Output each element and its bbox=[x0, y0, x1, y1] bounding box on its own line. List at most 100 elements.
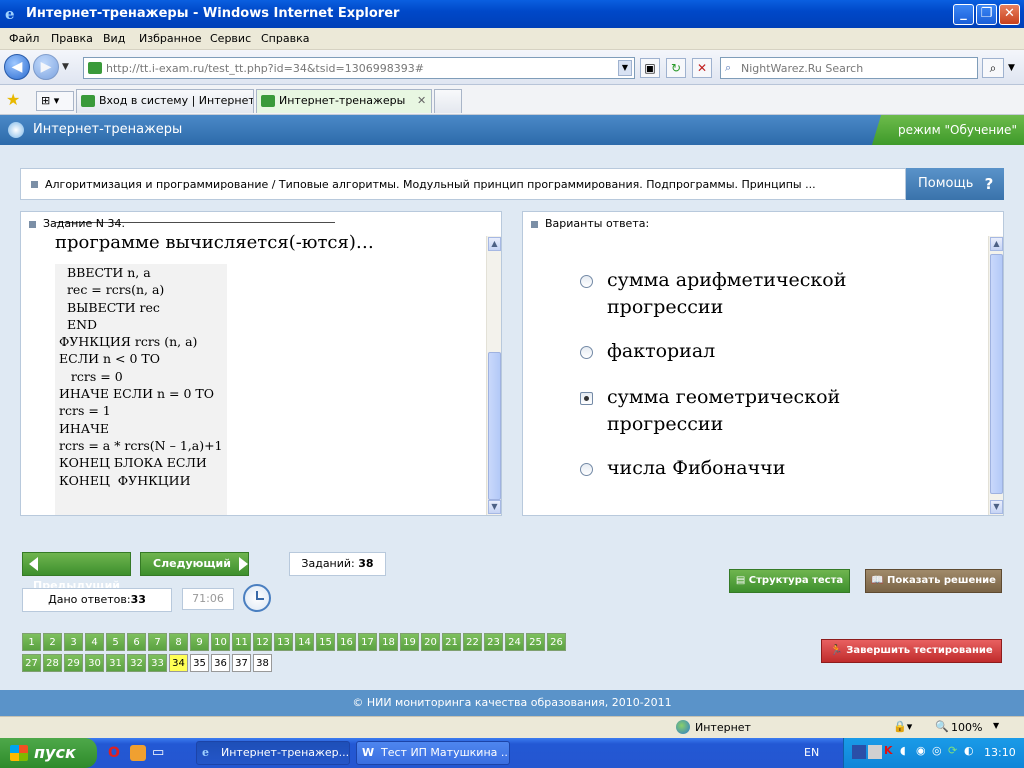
test-structure-button[interactable]: ▤ Структура теста bbox=[729, 569, 850, 593]
search-box[interactable]: ⌕ NightWarez.Ru Search bbox=[720, 57, 978, 79]
address-bar[interactable]: http://tt.i-exam.ru/test_tt.php?id=34&ts… bbox=[83, 57, 635, 79]
question-number-button[interactable]: 34 bbox=[169, 654, 188, 672]
answer-radio[interactable] bbox=[580, 392, 593, 405]
question-number-button[interactable]: 23 bbox=[484, 633, 503, 651]
menu-edit[interactable]: Правка bbox=[51, 32, 93, 45]
menu-view[interactable]: Вид bbox=[103, 32, 125, 45]
menu-help[interactable]: Справка bbox=[261, 32, 309, 45]
question-number-button[interactable]: 12 bbox=[253, 633, 272, 651]
quicklaunch-app-icon[interactable] bbox=[130, 745, 146, 761]
stop-icon[interactable]: ✕ bbox=[692, 58, 712, 78]
help-button[interactable]: Помощь ? bbox=[906, 168, 1004, 200]
question-number-button[interactable]: 10 bbox=[211, 633, 230, 651]
scroll-thumb[interactable] bbox=[488, 352, 501, 500]
menu-tools[interactable]: Сервис bbox=[210, 32, 251, 45]
question-number-button[interactable]: 36 bbox=[211, 654, 230, 672]
task-ie[interactable]: e Интернет-тренажер... bbox=[196, 741, 350, 765]
tab-login[interactable]: Вход в систему | Интернет-... bbox=[76, 89, 254, 113]
tray-app-icon[interactable] bbox=[868, 745, 882, 759]
question-number-button[interactable]: 28 bbox=[43, 654, 62, 672]
start-button[interactable]: пуск bbox=[0, 738, 97, 768]
question-number-button[interactable]: 1 bbox=[22, 633, 41, 651]
question-scrollbar[interactable]: ▲ ▼ bbox=[486, 236, 501, 515]
address-dropdown-icon[interactable]: ▼ bbox=[618, 60, 632, 76]
language-indicator[interactable]: EN bbox=[804, 746, 819, 759]
question-number-button[interactable]: 24 bbox=[505, 633, 524, 651]
task-word[interactable]: W Тест ИП Матушкина ... bbox=[356, 741, 510, 765]
tray-app-icon[interactable]: ◐ bbox=[964, 744, 974, 757]
question-number-button[interactable]: 35 bbox=[190, 654, 209, 672]
tray-app-icon[interactable]: ◎ bbox=[932, 744, 942, 757]
back-icon[interactable]: ◀ bbox=[4, 54, 30, 80]
zoom-icon[interactable]: 🔍 bbox=[935, 720, 949, 733]
question-number-button[interactable]: 38 bbox=[253, 654, 272, 672]
scroll-down-icon[interactable]: ▼ bbox=[990, 500, 1003, 514]
network-icon[interactable]: ⟳ bbox=[948, 744, 957, 757]
question-number-button[interactable]: 31 bbox=[106, 654, 125, 672]
question-number-button[interactable]: 37 bbox=[232, 654, 251, 672]
scroll-up-icon[interactable]: ▲ bbox=[990, 237, 1003, 251]
scroll-down-icon[interactable]: ▼ bbox=[488, 500, 501, 514]
tab-close-icon[interactable]: ✕ bbox=[417, 90, 426, 112]
question-number-button[interactable]: 33 bbox=[148, 654, 167, 672]
menu-favorites[interactable]: Избранное bbox=[139, 32, 201, 45]
compatibility-icon[interactable]: ▣ bbox=[640, 58, 660, 78]
volume-icon[interactable]: ◖ bbox=[900, 744, 906, 757]
show-solution-button[interactable]: 📖 Показать решение bbox=[865, 569, 1002, 593]
question-number-button[interactable]: 8 bbox=[169, 633, 188, 651]
question-number-button[interactable]: 15 bbox=[316, 633, 335, 651]
question-number-button[interactable]: 21 bbox=[442, 633, 461, 651]
show-desktop-icon[interactable]: ▭ bbox=[152, 745, 164, 760]
question-number-button[interactable]: 32 bbox=[127, 654, 146, 672]
answer-radio[interactable] bbox=[580, 275, 593, 288]
question-number-button[interactable]: 7 bbox=[148, 633, 167, 651]
question-number-button[interactable]: 11 bbox=[232, 633, 251, 651]
quick-tabs-icon[interactable]: ⊞ ▾ bbox=[36, 91, 74, 111]
question-number-button[interactable]: 26 bbox=[547, 633, 566, 651]
question-number-button[interactable]: 3 bbox=[64, 633, 83, 651]
minimize-button[interactable]: _ bbox=[953, 4, 974, 25]
question-number-button[interactable]: 18 bbox=[379, 633, 398, 651]
question-number-button[interactable]: 30 bbox=[85, 654, 104, 672]
answer-radio[interactable] bbox=[580, 463, 593, 476]
tray-app-icon[interactable]: ◉ bbox=[916, 744, 926, 757]
zoom-dropdown-icon[interactable]: ▼ bbox=[993, 721, 999, 730]
answers-scrollbar[interactable]: ▲ ▼ bbox=[988, 236, 1003, 515]
protected-mode-icon[interactable]: 🔒▾ bbox=[893, 720, 912, 733]
question-number-button[interactable]: 29 bbox=[64, 654, 83, 672]
question-number-button[interactable]: 16 bbox=[337, 633, 356, 651]
question-number-button[interactable]: 6 bbox=[127, 633, 146, 651]
question-number-button[interactable]: 14 bbox=[295, 633, 314, 651]
question-number-button[interactable]: 13 bbox=[274, 633, 293, 651]
antivirus-icon[interactable]: K bbox=[884, 744, 893, 757]
tab-trainers[interactable]: Интернет-тренажеры ✕ bbox=[256, 89, 432, 113]
question-number-button[interactable]: 5 bbox=[106, 633, 125, 651]
scroll-up-icon[interactable]: ▲ bbox=[488, 237, 501, 251]
menu-file[interactable]: Файл bbox=[9, 32, 39, 45]
new-tab-button[interactable] bbox=[434, 89, 462, 113]
question-number-button[interactable]: 25 bbox=[526, 633, 545, 651]
opera-icon[interactable]: O bbox=[108, 745, 120, 761]
answer-radio[interactable] bbox=[580, 346, 593, 359]
question-number-button[interactable]: 9 bbox=[190, 633, 209, 651]
next-button[interactable]: Следующий bbox=[140, 552, 249, 576]
prev-button[interactable]: Предыдущий bbox=[22, 552, 131, 592]
close-button[interactable]: ✕ bbox=[999, 4, 1020, 25]
zoom-level[interactable]: 100% bbox=[951, 721, 982, 734]
question-number-button[interactable]: 22 bbox=[463, 633, 482, 651]
question-number-button[interactable]: 20 bbox=[421, 633, 440, 651]
scroll-thumb[interactable] bbox=[990, 254, 1003, 494]
forward-icon[interactable]: ▶ bbox=[33, 54, 59, 80]
tray-app-icon[interactable] bbox=[852, 745, 866, 759]
favorites-star-icon[interactable]: ★ bbox=[6, 90, 20, 109]
question-number-button[interactable]: 19 bbox=[400, 633, 419, 651]
history-dropdown-icon[interactable]: ▼ bbox=[62, 62, 69, 72]
search-options-icon[interactable]: ▼ bbox=[1008, 63, 1015, 73]
finish-test-button[interactable]: 🏃 Завершить тестирование bbox=[821, 639, 1002, 663]
question-number-button[interactable]: 17 bbox=[358, 633, 377, 651]
maximize-button[interactable]: ❐ bbox=[976, 4, 997, 25]
question-number-button[interactable]: 2 bbox=[43, 633, 62, 651]
refresh-icon[interactable]: ↻ bbox=[666, 58, 686, 78]
question-number-button[interactable]: 27 bbox=[22, 654, 41, 672]
question-number-button[interactable]: 4 bbox=[85, 633, 104, 651]
